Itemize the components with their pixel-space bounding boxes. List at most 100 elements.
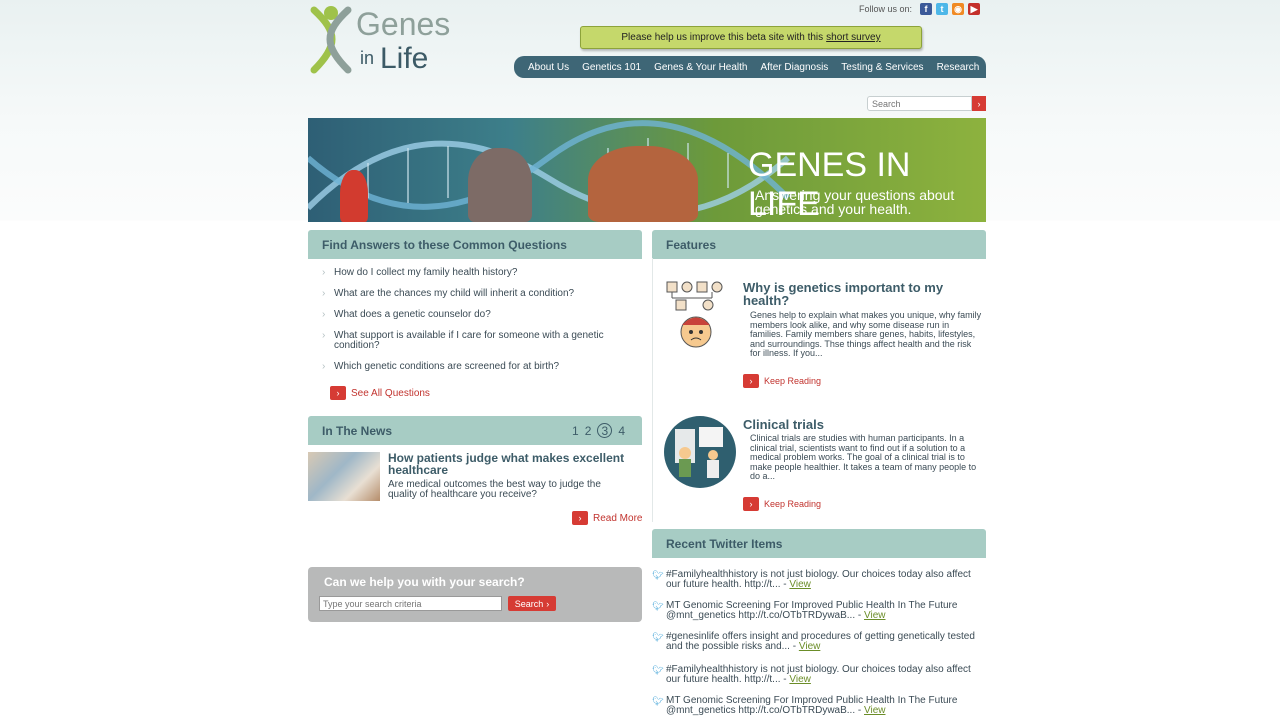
news-pagination: 1 2 3 4 <box>572 423 625 438</box>
read-more-label: Read More <box>593 512 643 524</box>
arrow-right-icon: › <box>572 511 588 525</box>
dna-figure-icon <box>310 6 352 74</box>
faq-item-label: Which genetic conditions are screened fo… <box>334 361 560 372</box>
help-search-heading: Can we help you with your search? <box>324 575 525 589</box>
chevron-right-icon: › <box>546 598 550 609</box>
faq-item[interactable]: › What are the chances my child will inhe… <box>322 289 638 299</box>
faq-item[interactable]: › What does a genetic counselor do? <box>322 310 638 320</box>
nav-about-us[interactable]: About Us <box>528 62 569 73</box>
keep-reading-label: Keep Reading <box>764 376 822 386</box>
help-search-box: Can we help you with your search? Search… <box>308 567 642 622</box>
youtube-icon[interactable]: ▶ <box>968 3 981 15</box>
feature-text: Clinical trials are studies with human p… <box>750 433 977 481</box>
news-title[interactable]: How patients judge what makes excellent … <box>388 452 638 476</box>
faq-heading: Find Answers to these Common Questions <box>308 230 642 259</box>
help-search-input[interactable] <box>319 596 502 611</box>
twitter-bird-icon: 🐦︎ <box>652 696 664 706</box>
news-page-4[interactable]: 4 <box>618 424 625 438</box>
clinical-trials-icon[interactable] <box>663 415 737 489</box>
main-nav: About Us Genetics 101 Genes & Your Healt… <box>514 56 986 78</box>
news-page-2[interactable]: 2 <box>585 424 592 438</box>
tweet-text: MT Genomic Screening For Improved Public… <box>666 695 958 716</box>
keep-reading-link[interactable]: › Keep Reading <box>743 374 821 388</box>
logo-in-text: in <box>360 48 375 68</box>
faq-list: › How do I collect my family health histo… <box>322 268 638 383</box>
news-page-1[interactable]: 1 <box>572 424 579 438</box>
tweet-text: #Familyhealthhistory is not just biology… <box>666 664 971 685</box>
arrow-right-icon: › <box>743 497 759 511</box>
keep-reading-link[interactable]: › Keep Reading <box>743 497 821 511</box>
chevron-right-icon: › <box>322 309 326 320</box>
faq-item[interactable]: › What support is available if I care for… <box>322 331 638 351</box>
banner-family-figure <box>468 148 532 222</box>
feature-title[interactable]: Why is genetics important to my health? <box>743 281 973 307</box>
banner-group-figure <box>588 146 698 222</box>
see-all-label: See All Questions <box>351 387 430 399</box>
keep-reading-label: Keep Reading <box>764 499 822 509</box>
chevron-right-icon: › <box>322 330 326 341</box>
family-tree-icon[interactable] <box>664 280 734 352</box>
tweet-text: #genesinlife offers insight and procedur… <box>666 631 975 652</box>
arrow-right-icon: › <box>743 374 759 388</box>
faq-item-label: How do I collect my family health histor… <box>334 267 518 278</box>
faq-item-label: What support is available if I care for … <box>334 330 604 351</box>
twitter-bird-icon: 🐦︎ <box>652 665 664 675</box>
twitter-icon[interactable]: t <box>936 3 949 15</box>
hero-banner: GENES IN LIFE Answering your questions a… <box>308 118 986 222</box>
chevron-right-icon: › <box>322 361 326 372</box>
tweet-item: 🐦︎ MT Genomic Screening For Improved Pub… <box>652 601 986 621</box>
follow-label: Follow us on: <box>859 4 913 14</box>
faq-item[interactable]: › Which genetic conditions are screened f… <box>322 362 638 372</box>
twitter-bird-icon: 🐦︎ <box>652 570 664 580</box>
nav-research[interactable]: Research <box>937 62 980 73</box>
read-more-link[interactable]: › Read More <box>572 511 642 525</box>
tweet-item: 🐦︎ MT Genomic Screening For Improved Pub… <box>652 696 986 716</box>
faq-item[interactable]: › How do I collect my family health histo… <box>322 268 638 278</box>
tweet-text: MT Genomic Screening For Improved Public… <box>666 600 958 621</box>
facebook-icon[interactable]: f <box>920 3 933 15</box>
see-all-questions-link[interactable]: › See All Questions <box>330 386 430 400</box>
logo-genes-text: Genes <box>356 6 451 42</box>
search-go-button[interactable]: › <box>972 96 986 111</box>
survey-banner: Please help us improve this beta site wi… <box>580 26 922 49</box>
page-wrapper: Genes in Life Follow us on: f t ◉ ▶ Plea… <box>308 0 986 726</box>
tweet-text: #Familyhealthhistory is not just biology… <box>666 569 971 590</box>
help-search-button-label: Search <box>514 598 544 609</box>
tweet-item: 🐦︎ #genesinlife offers insight and proce… <box>652 632 986 652</box>
logo-life-text: Life <box>380 42 429 75</box>
genes-in-life-logo[interactable]: Genes in Life <box>308 4 458 76</box>
tweet-view-link[interactable]: View <box>864 705 886 716</box>
tweet-item: 🐦︎ #Familyhealthhistory is not just biol… <box>652 570 986 590</box>
help-search-button[interactable]: Search › <box>508 596 556 611</box>
site-search-input[interactable] <box>867 96 972 111</box>
nav-genes-your-health[interactable]: Genes & Your Health <box>654 62 747 73</box>
feature-text: Genes help to explain what makes you uni… <box>750 310 982 358</box>
tweet-view-link[interactable]: View <box>789 579 811 590</box>
tweet-view-link[interactable]: View <box>864 610 886 621</box>
tweet-view-link[interactable]: View <box>799 641 821 652</box>
chevron-right-icon: › <box>322 288 326 299</box>
banner-subtitle: Answering your questions about genetics … <box>755 187 955 217</box>
features-heading: Features <box>652 230 986 259</box>
twitter-bird-icon: 🐦︎ <box>652 601 664 611</box>
tweet-view-link[interactable]: View <box>789 674 811 685</box>
survey-text: Please help us improve this beta site wi… <box>621 32 824 43</box>
feature-title[interactable]: Clinical trials <box>743 418 973 431</box>
news-page-3-current[interactable]: 3 <box>597 423 613 438</box>
follow-us-bar: Follow us on: f t ◉ ▶ <box>859 1 981 17</box>
faq-item-label: What does a genetic counselor do? <box>334 309 491 320</box>
nav-after-diagnosis[interactable]: After Diagnosis <box>760 62 828 73</box>
chevron-right-icon: › <box>322 267 326 278</box>
tweet-item: 🐦︎ #Familyhealthhistory is not just biol… <box>652 665 986 685</box>
news-thumbnail[interactable] <box>308 452 380 501</box>
twitter-bird-icon: 🐦︎ <box>652 632 664 642</box>
news-description: Are medical outcomes the best way to jud… <box>388 479 601 500</box>
arrow-right-icon: › <box>330 386 346 400</box>
twitter-heading: Recent Twitter Items <box>652 529 986 558</box>
nav-testing-services[interactable]: Testing & Services <box>841 62 923 73</box>
column-divider <box>652 258 653 522</box>
nav-genetics-101[interactable]: Genetics 101 <box>582 62 641 73</box>
survey-link[interactable]: short survey <box>826 32 880 43</box>
rss-icon[interactable]: ◉ <box>952 3 965 15</box>
banner-child-figure <box>340 170 368 222</box>
